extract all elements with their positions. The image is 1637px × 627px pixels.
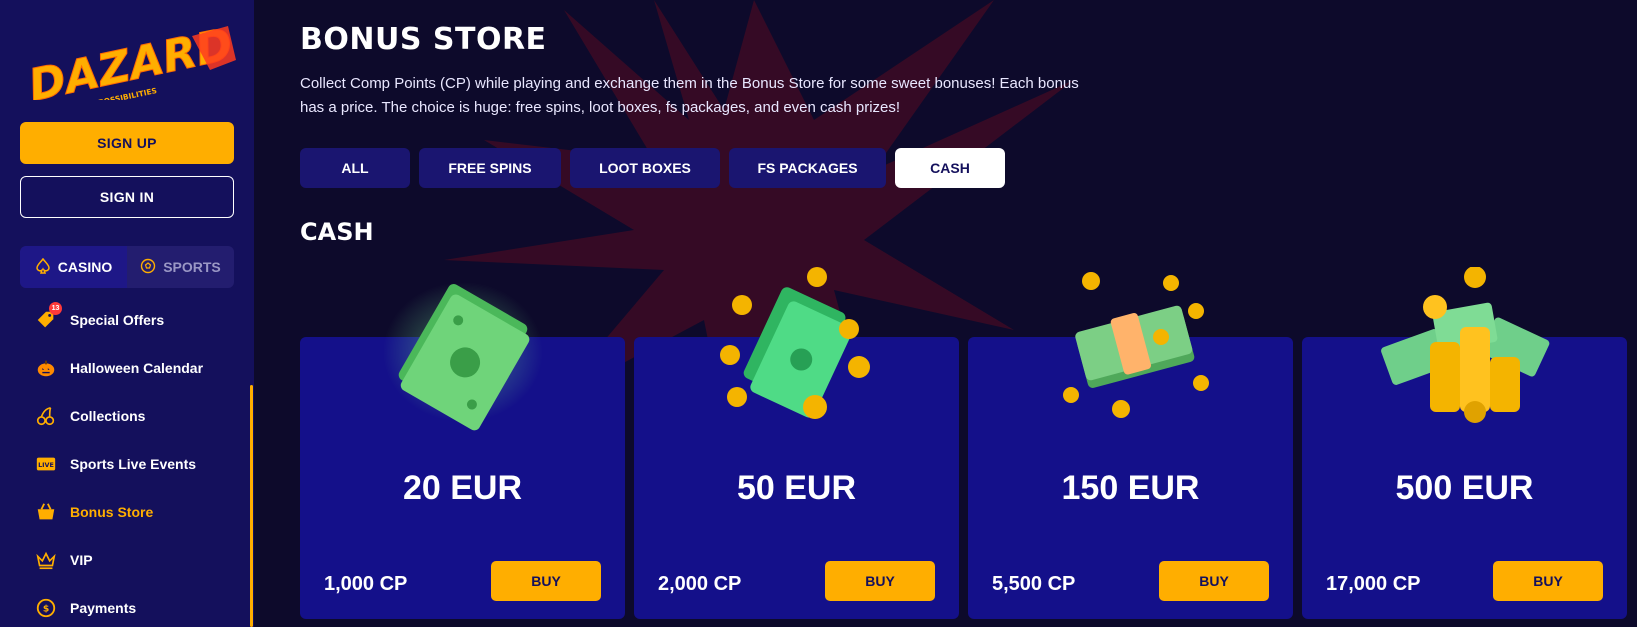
filter-loot-boxes[interactable]: LOOT BOXES (570, 148, 720, 188)
live-tv-icon: LIVE (34, 452, 58, 476)
cash-coins-icon (697, 267, 897, 437)
price-cp: 2,000 CP (658, 573, 742, 595)
tab-casino-label: CASINO (57, 259, 113, 275)
coin-icon: $ (34, 596, 58, 620)
sidebar: DAZARD THE CASINO OF POSSIBILITIES SIGN … (0, 0, 254, 627)
basket-icon (34, 500, 58, 524)
reward-amount: 500 EUR (1395, 469, 1534, 507)
sidebar-scrollbar[interactable] (250, 385, 253, 627)
pumpkin-icon (34, 356, 58, 380)
sidebar-item-collections[interactable]: Collections (20, 392, 234, 440)
filter-free-spins[interactable]: FREE SPINS (419, 148, 561, 188)
product-card: 500 EUR 17,000 CP BUY (1302, 266, 1627, 619)
product-card: 150 EUR 5,500 CP BUY (968, 272, 1293, 619)
sidebar-item-halloween-calendar[interactable]: Halloween Calendar (20, 344, 234, 392)
cash-pile-icon (1365, 266, 1565, 437)
reward-amount: 50 EUR (736, 469, 857, 507)
sidebar-item-special-offers[interactable]: 13 Special Offers (20, 296, 234, 344)
section-title: CASH (300, 218, 374, 246)
tab-sports-label: SPORTS (163, 259, 221, 275)
category-filters: ALL FREE SPINS LOOT BOXES FS PACKAGES CA… (300, 148, 1005, 188)
sidebar-item-label: Bonus Store (70, 504, 154, 520)
sidebar-item-label: Sports Live Events (70, 456, 197, 472)
sidebar-item-label: Collections (70, 408, 146, 424)
cash-bills-icon (363, 267, 563, 437)
buy-button[interactable]: BUY (1159, 561, 1269, 601)
sign-in-button[interactable]: SIGN IN (20, 176, 234, 218)
page-description: Collect Comp Points (CP) while playing a… (300, 75, 1079, 116)
sidebar-item-label: Payments (70, 600, 137, 616)
product-card: 50 EUR 2,000 CP BUY (634, 267, 959, 619)
brand-logo[interactable]: DAZARD THE CASINO OF POSSIBILITIES (14, 18, 244, 100)
soccer-ball-icon (140, 258, 156, 277)
price-cp: 5,500 CP (992, 573, 1076, 595)
page-title: BONUS STORE (300, 22, 547, 57)
spade-icon (35, 257, 51, 277)
sidebar-item-label: Halloween Calendar (70, 360, 204, 376)
product-cards: 20 EUR 1,000 CP BUY 50 EUR 2,000 CP BUY (300, 266, 1627, 619)
sidebar-item-label: Special Offers (70, 312, 165, 328)
cash-stack-icon (1031, 267, 1231, 437)
filter-all[interactable]: ALL (300, 148, 410, 188)
product-card: 20 EUR 1,000 CP BUY (300, 282, 625, 619)
cherries-icon (34, 404, 58, 428)
tag-icon: 13 (34, 302, 62, 332)
sign-up-button[interactable]: SIGN UP (20, 122, 234, 164)
sidebar-item-sports-live-events[interactable]: LIVE Sports Live Events (20, 440, 234, 488)
filter-fs-packages[interactable]: FS PACKAGES (729, 148, 886, 188)
svg-text:LIVE: LIVE (38, 461, 54, 469)
price-cp: 1,000 CP (324, 573, 408, 595)
sidebar-nav: 13 Special Offers Halloween Calendar Col… (20, 296, 234, 627)
buy-button[interactable]: BUY (1493, 561, 1603, 601)
sidebar-item-bonus-store[interactable]: Bonus Store (20, 488, 234, 536)
buy-button[interactable]: BUY (491, 561, 601, 601)
filter-cash[interactable]: CASH (895, 148, 1005, 188)
tab-sports[interactable]: SPORTS (127, 246, 234, 288)
reward-amount: 150 EUR (1061, 469, 1200, 507)
svg-text:$: $ (43, 604, 49, 615)
sidebar-item-payments[interactable]: $ Payments (20, 584, 234, 627)
sidebar-item-label: VIP (70, 552, 93, 568)
sidebar-item-vip[interactable]: VIP (20, 536, 234, 584)
crown-icon (34, 548, 58, 572)
buy-button[interactable]: BUY (825, 561, 935, 601)
reward-amount: 20 EUR (402, 469, 523, 507)
offers-count-badge: 13 (49, 302, 62, 315)
mode-switch: CASINO SPORTS (20, 246, 234, 288)
tab-casino[interactable]: CASINO (20, 246, 127, 288)
price-cp: 17,000 CP (1326, 573, 1421, 595)
